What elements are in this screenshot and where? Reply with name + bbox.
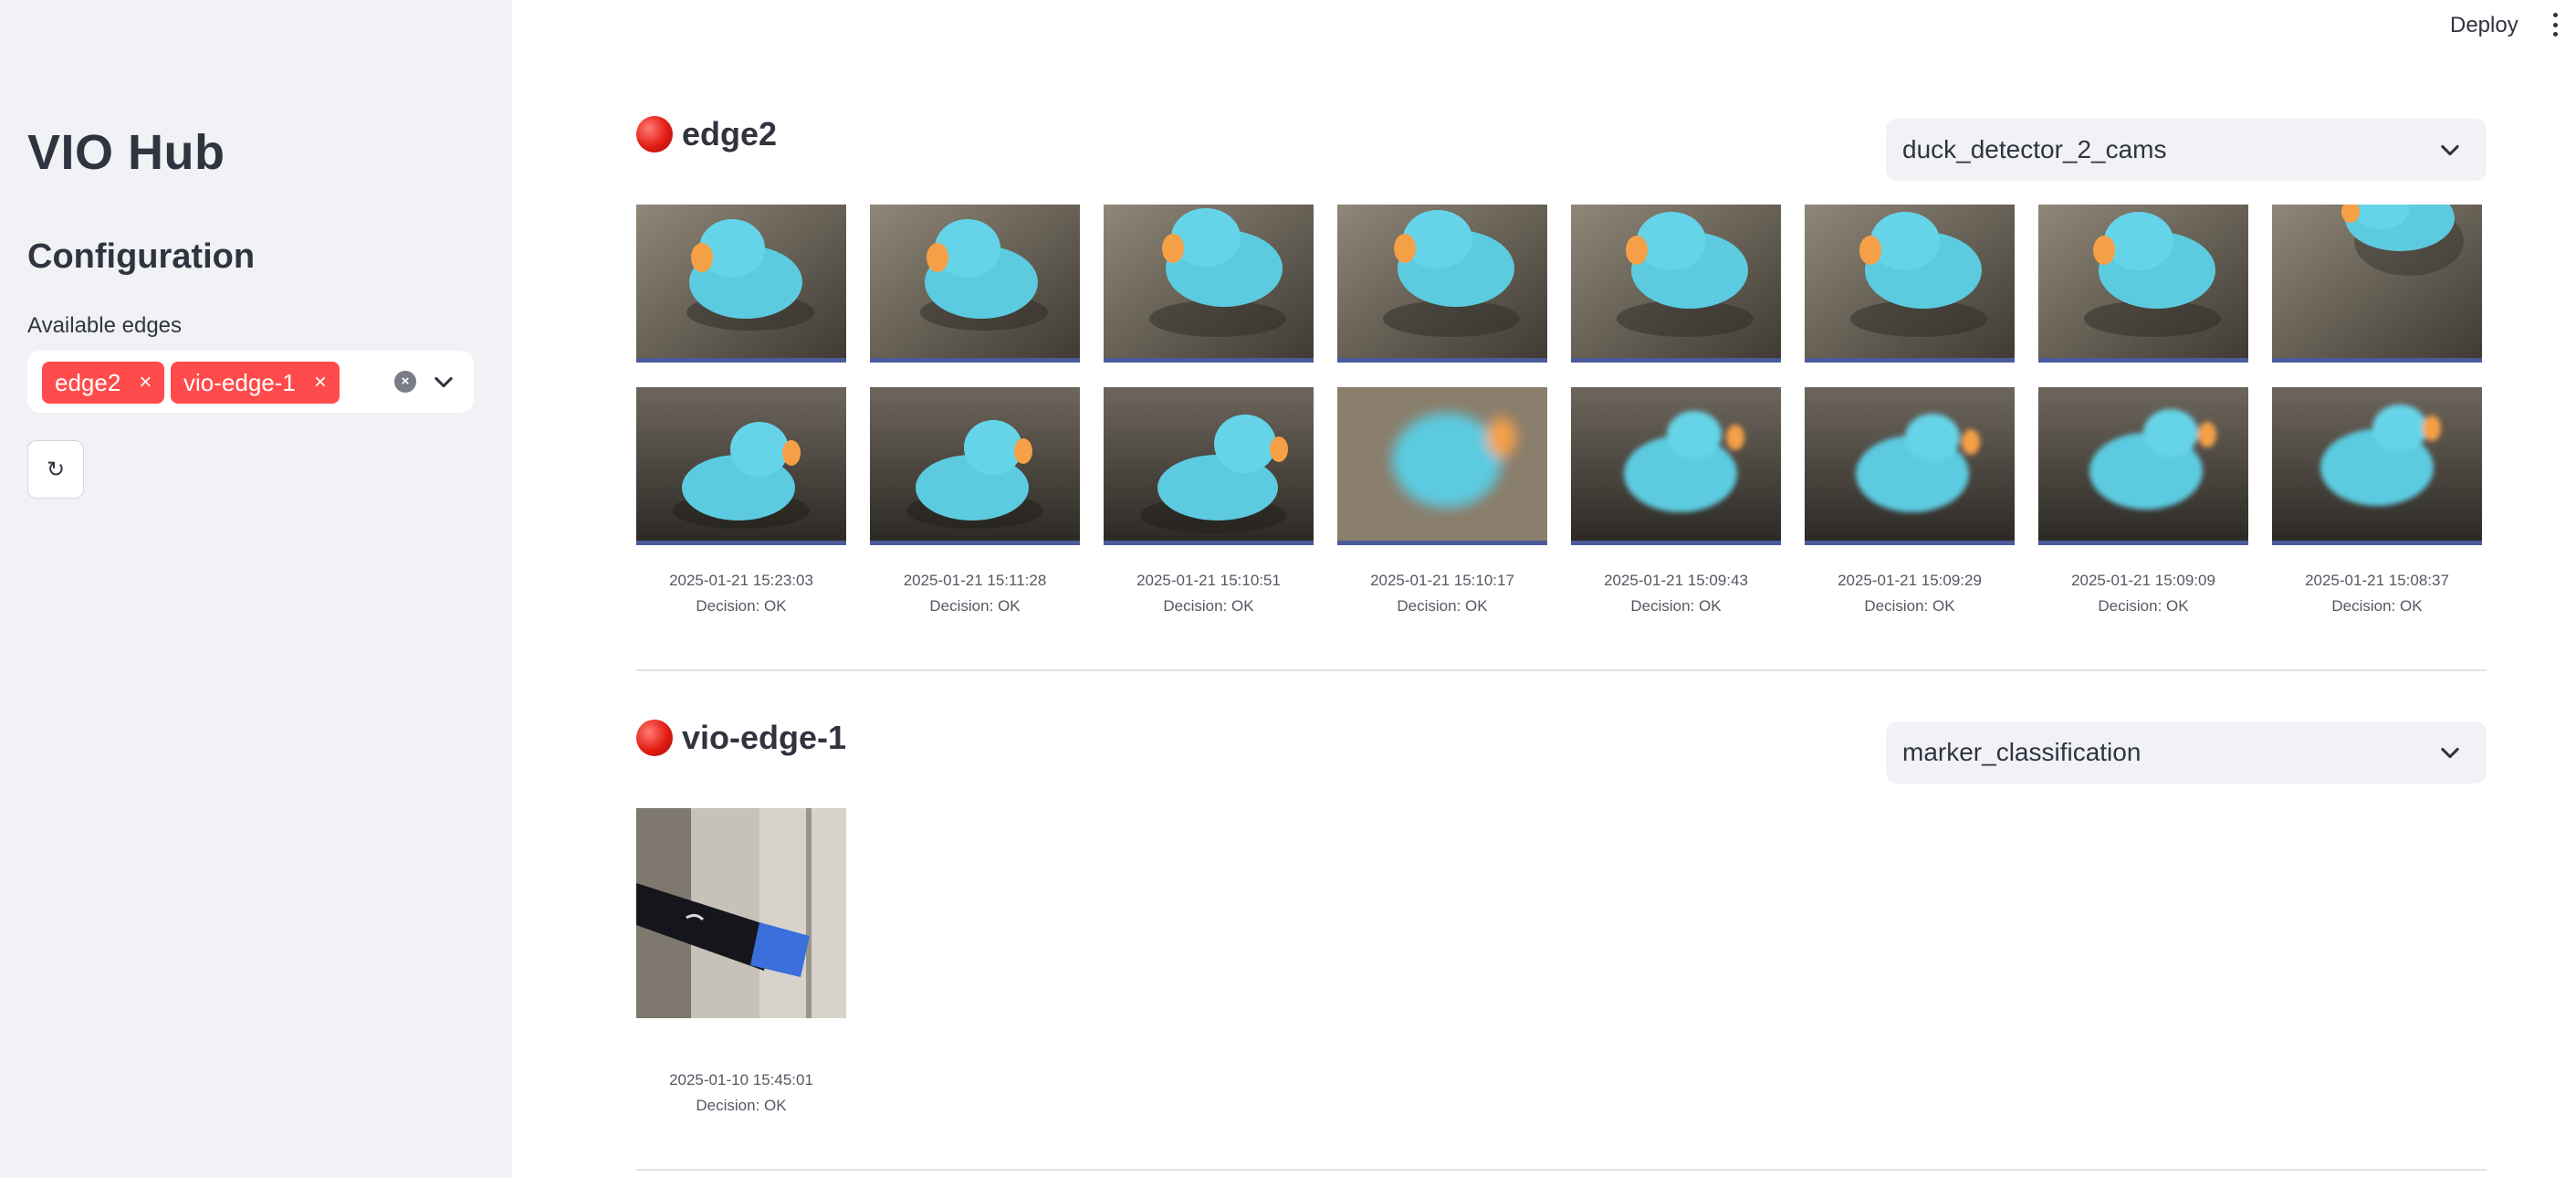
edge-chip-label: edge2 <box>55 368 121 396</box>
image-thumbnail[interactable] <box>1337 387 1547 545</box>
main-menu-icon[interactable] <box>2550 13 2560 37</box>
image-caption: 2025-01-21 15:09:43 Decision: OK <box>1571 568 1781 619</box>
image-thumbnail[interactable] <box>2272 387 2482 545</box>
edges-multiselect[interactable]: edge2 × vio-edge-1 × × <box>27 351 474 413</box>
image-caption: 2025-01-21 15:10:17 Decision: OK <box>1337 568 1547 619</box>
image-thumbnail[interactable] <box>870 205 1080 363</box>
image-decision: Decision: OK <box>2331 597 2423 615</box>
image-timestamp: 2025-01-21 15:11:28 <box>903 572 1047 589</box>
chevron-down-icon <box>2441 747 2459 759</box>
image-timestamp: 2025-01-21 15:09:43 <box>1604 572 1748 589</box>
image-thumbnail[interactable] <box>1104 205 1314 363</box>
image-decision: Decision: OK <box>696 597 787 615</box>
image-decision: Decision: OK <box>1630 597 1722 615</box>
image-timestamp: 2025-01-21 15:23:03 <box>669 572 813 589</box>
image-thumbnail[interactable] <box>1104 387 1314 545</box>
chevron-down-icon <box>2441 144 2459 156</box>
chevron-down-icon[interactable] <box>431 369 456 394</box>
chip-remove-icon[interactable]: × <box>139 370 152 395</box>
section-divider <box>636 669 2487 671</box>
image-decision: Decision: OK <box>696 1097 787 1114</box>
edge-chip-vio-edge-1: vio-edge-1 × <box>171 362 340 404</box>
image-timestamp: 2025-01-21 15:10:51 <box>1136 572 1281 589</box>
model-select-value: marker_classification <box>1902 738 2141 766</box>
status-red-circle-icon <box>636 720 673 756</box>
chip-remove-icon[interactable]: × <box>314 370 327 395</box>
image-thumbnail[interactable] <box>636 205 846 363</box>
image-caption: 2025-01-21 15:09:09 Decision: OK <box>2038 568 2248 619</box>
image-caption: 2025-01-21 15:08:37 Decision: OK <box>2272 568 2482 619</box>
clear-all-icon[interactable]: × <box>394 371 416 393</box>
image-timestamp: 2025-01-21 15:08:37 <box>2305 572 2449 589</box>
image-thumbnail[interactable] <box>1571 387 1781 545</box>
image-caption: 2025-01-21 15:23:03 Decision: OK <box>636 568 846 619</box>
image-thumbnail[interactable] <box>1337 205 1547 363</box>
image-thumbnail[interactable] <box>1571 205 1781 363</box>
image-decision: Decision: OK <box>2098 597 2189 615</box>
model-select-vio-edge-1[interactable]: marker_classification <box>1886 721 2487 784</box>
sidebar: VIO Hub Configuration Available edges ed… <box>0 0 512 1178</box>
image-timestamp: 2025-01-21 15:09:29 <box>1838 572 1982 589</box>
section-divider <box>636 1169 2487 1171</box>
image-caption: 2025-01-21 15:10:51 Decision: OK <box>1104 568 1314 619</box>
image-caption: 2025-01-10 15:45:01 Decision: OK <box>636 1068 846 1119</box>
edge-name: edge2 <box>682 115 778 153</box>
status-red-circle-icon <box>636 116 673 153</box>
refresh-button[interactable]: ↻ <box>27 440 84 499</box>
section-title-edge2: edge2 <box>636 115 777 153</box>
available-edges-label: Available edges <box>27 313 183 338</box>
deploy-button[interactable]: Deploy <box>2443 9 2526 42</box>
image-thumbnail[interactable] <box>870 387 1080 545</box>
app-title: VIO Hub <box>27 125 225 180</box>
image-thumbnail[interactable] <box>2038 387 2248 545</box>
model-select-value: duck_detector_2_cams <box>1902 135 2167 163</box>
image-caption: 2025-01-21 15:09:29 Decision: OK <box>1805 568 2015 619</box>
image-thumbnail[interactable] <box>2038 205 2248 363</box>
image-timestamp: 2025-01-21 15:10:17 <box>1370 572 1514 589</box>
edge-name: vio-edge-1 <box>682 719 847 756</box>
configuration-heading: Configuration <box>27 237 256 276</box>
image-decision: Decision: OK <box>929 597 1021 615</box>
refresh-icon: ↻ <box>46 457 66 482</box>
image-thumbnail[interactable] <box>636 808 846 1018</box>
image-caption: 2025-01-21 15:11:28 Decision: OK <box>870 568 1080 619</box>
edge-chip-edge2: edge2 × <box>42 362 165 404</box>
image-thumbnail[interactable] <box>2272 205 2482 363</box>
edge-chip-label: vio-edge-1 <box>183 368 296 396</box>
image-timestamp: 2025-01-21 15:09:09 <box>2071 572 2215 589</box>
image-decision: Decision: OK <box>1397 597 1488 615</box>
image-thumbnail[interactable] <box>1805 205 2015 363</box>
section-title-vio-edge-1: vio-edge-1 <box>636 719 846 757</box>
image-thumbnail[interactable] <box>636 387 846 545</box>
model-select-edge2[interactable]: duck_detector_2_cams <box>1886 119 2487 181</box>
image-decision: Decision: OK <box>1163 597 1254 615</box>
image-thumbnail[interactable] <box>1805 387 2015 545</box>
image-decision: Decision: OK <box>1864 597 1955 615</box>
image-timestamp: 2025-01-10 15:45:01 <box>669 1071 813 1089</box>
